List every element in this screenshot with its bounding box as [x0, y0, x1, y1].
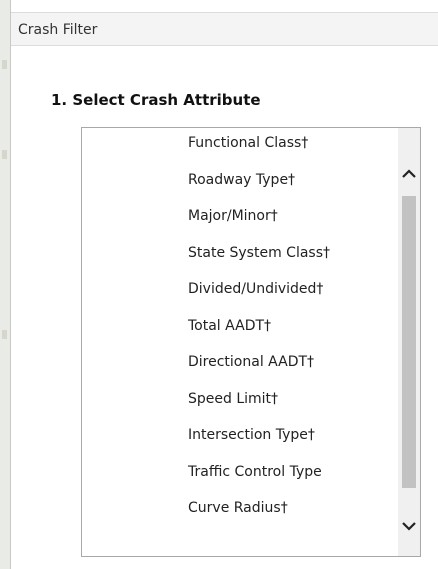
list-scrollbar[interactable] [398, 128, 420, 556]
crash-filter-panel: Crash Filter 1. Select Crash Attribute F… [11, 0, 438, 569]
list-item-roadway-type[interactable]: Roadway Type† [188, 172, 398, 198]
chevron-up-icon[interactable] [401, 166, 417, 182]
list-item-intersection-type[interactable]: Intersection Type† [188, 427, 398, 453]
section-heading: 1. Select Crash Attribute [51, 91, 261, 109]
background-map-edge [0, 0, 11, 569]
list-item-state-system-class[interactable]: State System Class† [188, 245, 398, 271]
list-item-divided-undivided[interactable]: Divided/Undivided† [188, 281, 398, 307]
map-fragment [2, 330, 7, 339]
list-item-curve-radius[interactable]: Curve Radius† [188, 500, 398, 526]
list-item-traffic-control-type[interactable]: Traffic Control Type [188, 464, 398, 490]
panel-title: Crash Filter [18, 22, 98, 38]
list-item-directional-aadt[interactable]: Directional AADT† [188, 354, 398, 380]
list-item-total-aadt[interactable]: Total AADT† [188, 318, 398, 344]
list-item-functional-class[interactable]: Functional Class† [188, 135, 398, 161]
map-fragment [2, 150, 7, 159]
panel-header: Crash Filter [11, 12, 438, 46]
list-item-speed-limit[interactable]: Speed Limit† [188, 391, 398, 417]
crash-attribute-list[interactable]: Functional Class† Roadway Type† Major/Mi… [81, 127, 421, 557]
list-item-major-minor[interactable]: Major/Minor† [188, 208, 398, 234]
chevron-down-icon[interactable] [401, 518, 417, 534]
scroll-thumb[interactable] [402, 196, 416, 488]
map-fragment [2, 60, 7, 69]
